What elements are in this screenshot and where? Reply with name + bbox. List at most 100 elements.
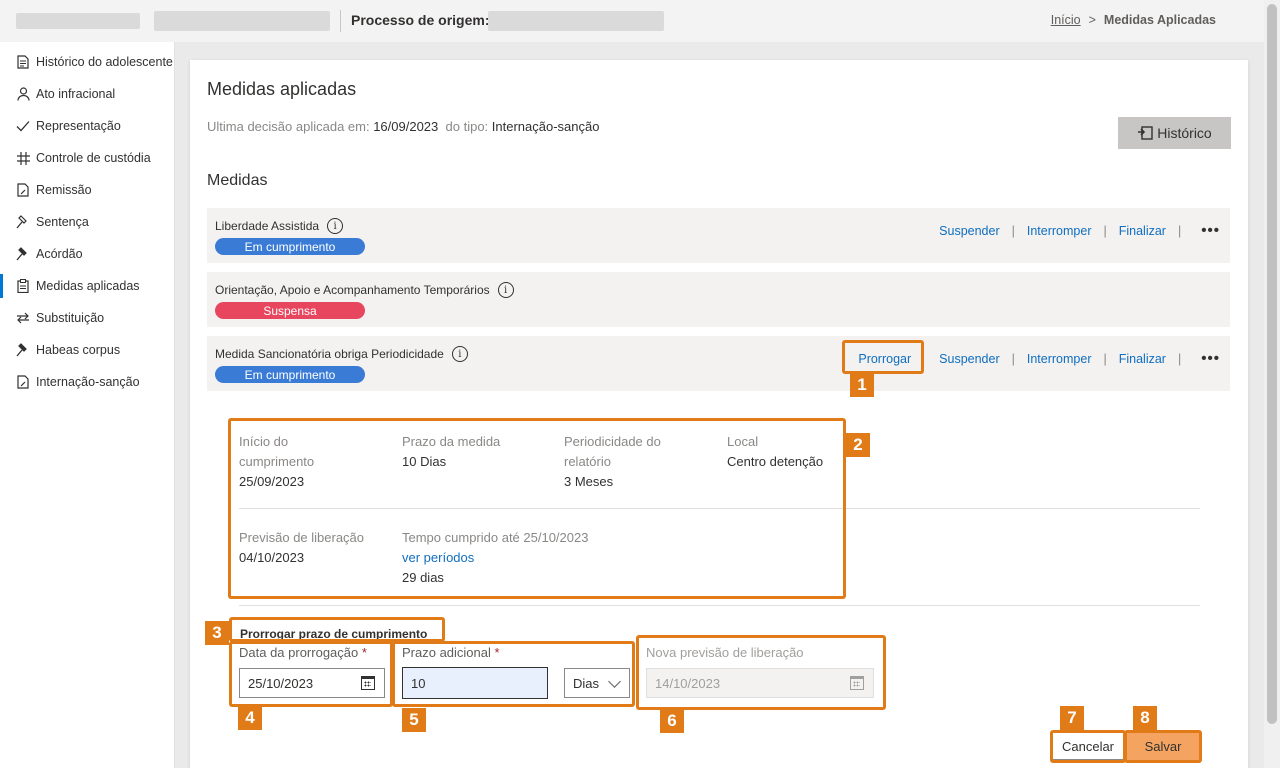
breadcrumb: Início > Medidas Aplicadas bbox=[1051, 13, 1216, 27]
sidebar-item-acordao[interactable]: Acórdão bbox=[0, 238, 174, 270]
sidebar-item-representacao[interactable]: Representação bbox=[0, 110, 174, 142]
chevron-down-icon bbox=[608, 675, 621, 688]
ver-periodos-link[interactable]: ver períodos bbox=[402, 548, 588, 568]
sidebar-item-label: Remissão bbox=[36, 183, 92, 197]
previsao-value: 04/10/2023 bbox=[239, 550, 305, 565]
breadcrumb-home-link[interactable]: Início bbox=[1051, 13, 1081, 27]
last-decision-info: Ultima decisão aplicada em: 16/09/2023 d… bbox=[207, 119, 599, 134]
cancel-button[interactable]: Cancelar bbox=[1052, 732, 1124, 760]
status-badge: Em cumprimento bbox=[215, 238, 365, 255]
prazo-label-text: Prazo da medida bbox=[402, 434, 501, 449]
sidebar-item-substituicao[interactable]: Substituição bbox=[0, 302, 174, 334]
interrupt-link[interactable]: Interromper bbox=[1027, 352, 1092, 366]
type-label: do tipo: bbox=[445, 119, 489, 134]
data-prorrogacao-input[interactable]: 25/10/2023 bbox=[239, 668, 385, 698]
unit-select[interactable]: Dias bbox=[564, 668, 630, 698]
sidebar-item-label: Substituição bbox=[36, 311, 105, 325]
sidebar-item-remissao[interactable]: Remissão bbox=[0, 174, 174, 206]
history-button[interactable]: Histórico bbox=[1118, 117, 1231, 149]
measure-row: Orientação, Apoio e Acompanhamento Tempo… bbox=[207, 272, 1230, 327]
grid-icon bbox=[16, 151, 30, 165]
history-button-label: Histórico bbox=[1157, 125, 1212, 141]
tempo-value: 29 dias bbox=[402, 570, 444, 585]
sidebar-item-medidas-aplicadas[interactable]: Medidas aplicadas bbox=[0, 270, 174, 302]
prazo-adicional-input[interactable]: 10 bbox=[402, 667, 548, 699]
extend-link[interactable]: Prorrogar bbox=[858, 352, 911, 366]
sidebar-item-label: Acórdão bbox=[36, 247, 83, 261]
measure-name: Orientação, Apoio e Acompanhamento Tempo… bbox=[215, 283, 490, 297]
save-button[interactable]: Salvar bbox=[1127, 732, 1199, 760]
info-icon[interactable]: i bbox=[451, 346, 468, 362]
status-badge: Em cumprimento bbox=[215, 366, 365, 383]
separator: | bbox=[1103, 351, 1107, 366]
interrupt-link[interactable]: Interromper bbox=[1027, 224, 1092, 238]
chevron-right-icon: > bbox=[1088, 13, 1096, 27]
origin-process-label: Processo de origem: bbox=[351, 12, 490, 28]
sidebar-item-label: Internação-sanção bbox=[36, 375, 140, 389]
prazo-value: 10 Dias bbox=[402, 454, 447, 469]
suspend-link[interactable]: Suspender bbox=[939, 352, 999, 366]
prazo-adicional-label-text: Prazo adicional bbox=[402, 645, 491, 660]
sidebar-item-internacao-sancao[interactable]: Internação-sanção bbox=[0, 366, 174, 398]
swap-icon bbox=[16, 311, 30, 325]
redacted-process-number bbox=[154, 11, 330, 31]
nova-previsao-label-text: Nova previsão de liberação bbox=[646, 645, 804, 660]
prazo-adicional-label: Prazo adicional * bbox=[402, 645, 500, 660]
finalize-link[interactable]: Finalizar bbox=[1119, 224, 1166, 238]
page-scrollbar[interactable] bbox=[1264, 0, 1280, 768]
sidebar-item-label: Medidas aplicadas bbox=[36, 279, 140, 293]
unit-select-value: Dias bbox=[573, 675, 600, 691]
form-title: Prorrogar prazo de cumprimento bbox=[240, 627, 428, 641]
redacted-adolescent-name bbox=[16, 13, 140, 29]
info-icon[interactable]: i bbox=[327, 218, 344, 234]
measure-name: Liberdade Assistida bbox=[215, 219, 320, 233]
inicio-label-line1: Início do bbox=[239, 434, 289, 449]
local-value: Centro detenção bbox=[727, 454, 824, 469]
last-decision-label: Ultima decisão aplicada em: bbox=[207, 119, 370, 134]
suspend-link[interactable]: Suspender bbox=[939, 224, 999, 238]
annotation-number-3: 3 bbox=[205, 621, 229, 645]
redacted-origin-process bbox=[488, 11, 664, 31]
periodicidade-label-line2: relatório bbox=[564, 454, 611, 469]
main-card: Medidas aplicadas Ultima decisão aplicad… bbox=[190, 60, 1248, 768]
periodicidade-label: Periodicidade do relatório 3 Meses bbox=[564, 432, 661, 492]
nova-previsao-label: Nova previsão de liberação bbox=[646, 645, 804, 660]
document-edit-icon bbox=[16, 183, 30, 197]
sidebar-item-label: Habeas corpus bbox=[36, 343, 121, 357]
inicio-value: 25/09/2023 bbox=[239, 474, 305, 489]
measure-actions: Prorrogar Suspender | Interromper | Fina… bbox=[858, 350, 1220, 367]
sidebar-item-ato-infracional[interactable]: Ato infracional bbox=[0, 78, 174, 110]
required-mark: * bbox=[494, 645, 500, 660]
prazo-label: Prazo da medida 10 Dias bbox=[402, 432, 500, 472]
annotation-number-8: 8 bbox=[1133, 706, 1157, 730]
separator: | bbox=[1011, 351, 1015, 366]
annotation-number-6: 6 bbox=[660, 709, 684, 733]
sidebar-item-habeas-corpus[interactable]: Habeas corpus bbox=[0, 334, 174, 366]
finalize-link[interactable]: Finalizar bbox=[1119, 352, 1166, 366]
more-options-icon[interactable]: ••• bbox=[1201, 350, 1220, 367]
data-prorrogacao-value: 25/10/2023 bbox=[248, 675, 314, 691]
inicio-label-line2: cumprimento bbox=[239, 454, 315, 469]
sidebar-item-label: Representação bbox=[36, 119, 121, 133]
sidebar-item-label: Sentença bbox=[36, 215, 89, 229]
sidebar-item-controle-custodia[interactable]: Controle de custódia bbox=[0, 142, 174, 174]
sidebar-item-label: Ato infracional bbox=[36, 87, 116, 101]
person-icon bbox=[16, 87, 30, 101]
document-edit-icon bbox=[16, 375, 30, 389]
sidebar-item-sentenca[interactable]: Sentença bbox=[0, 206, 174, 238]
prazo-adicional-value: 10 bbox=[411, 675, 426, 691]
gavel-icon bbox=[16, 343, 30, 357]
inicio-label: Início do cumprimento 25/09/2023 bbox=[239, 432, 314, 492]
scrollbar-thumb[interactable] bbox=[1267, 4, 1277, 724]
sidebar-item-historico[interactable]: Histórico do adolescente bbox=[0, 46, 174, 78]
measure-name-wrap: Medida Sancionatória obriga Periodicidad… bbox=[215, 346, 468, 362]
document-icon bbox=[16, 55, 30, 69]
info-icon[interactable]: i bbox=[497, 282, 514, 298]
annotation-number-2: 2 bbox=[846, 433, 870, 457]
page-title: Medidas aplicadas bbox=[207, 79, 357, 99]
annotation-number-7: 7 bbox=[1060, 706, 1084, 730]
measure-name: Medida Sancionatória obriga Periodicidad… bbox=[215, 347, 444, 361]
calendar-icon[interactable] bbox=[361, 676, 375, 690]
more-options-icon[interactable]: ••• bbox=[1201, 222, 1220, 239]
divider bbox=[239, 508, 1200, 509]
